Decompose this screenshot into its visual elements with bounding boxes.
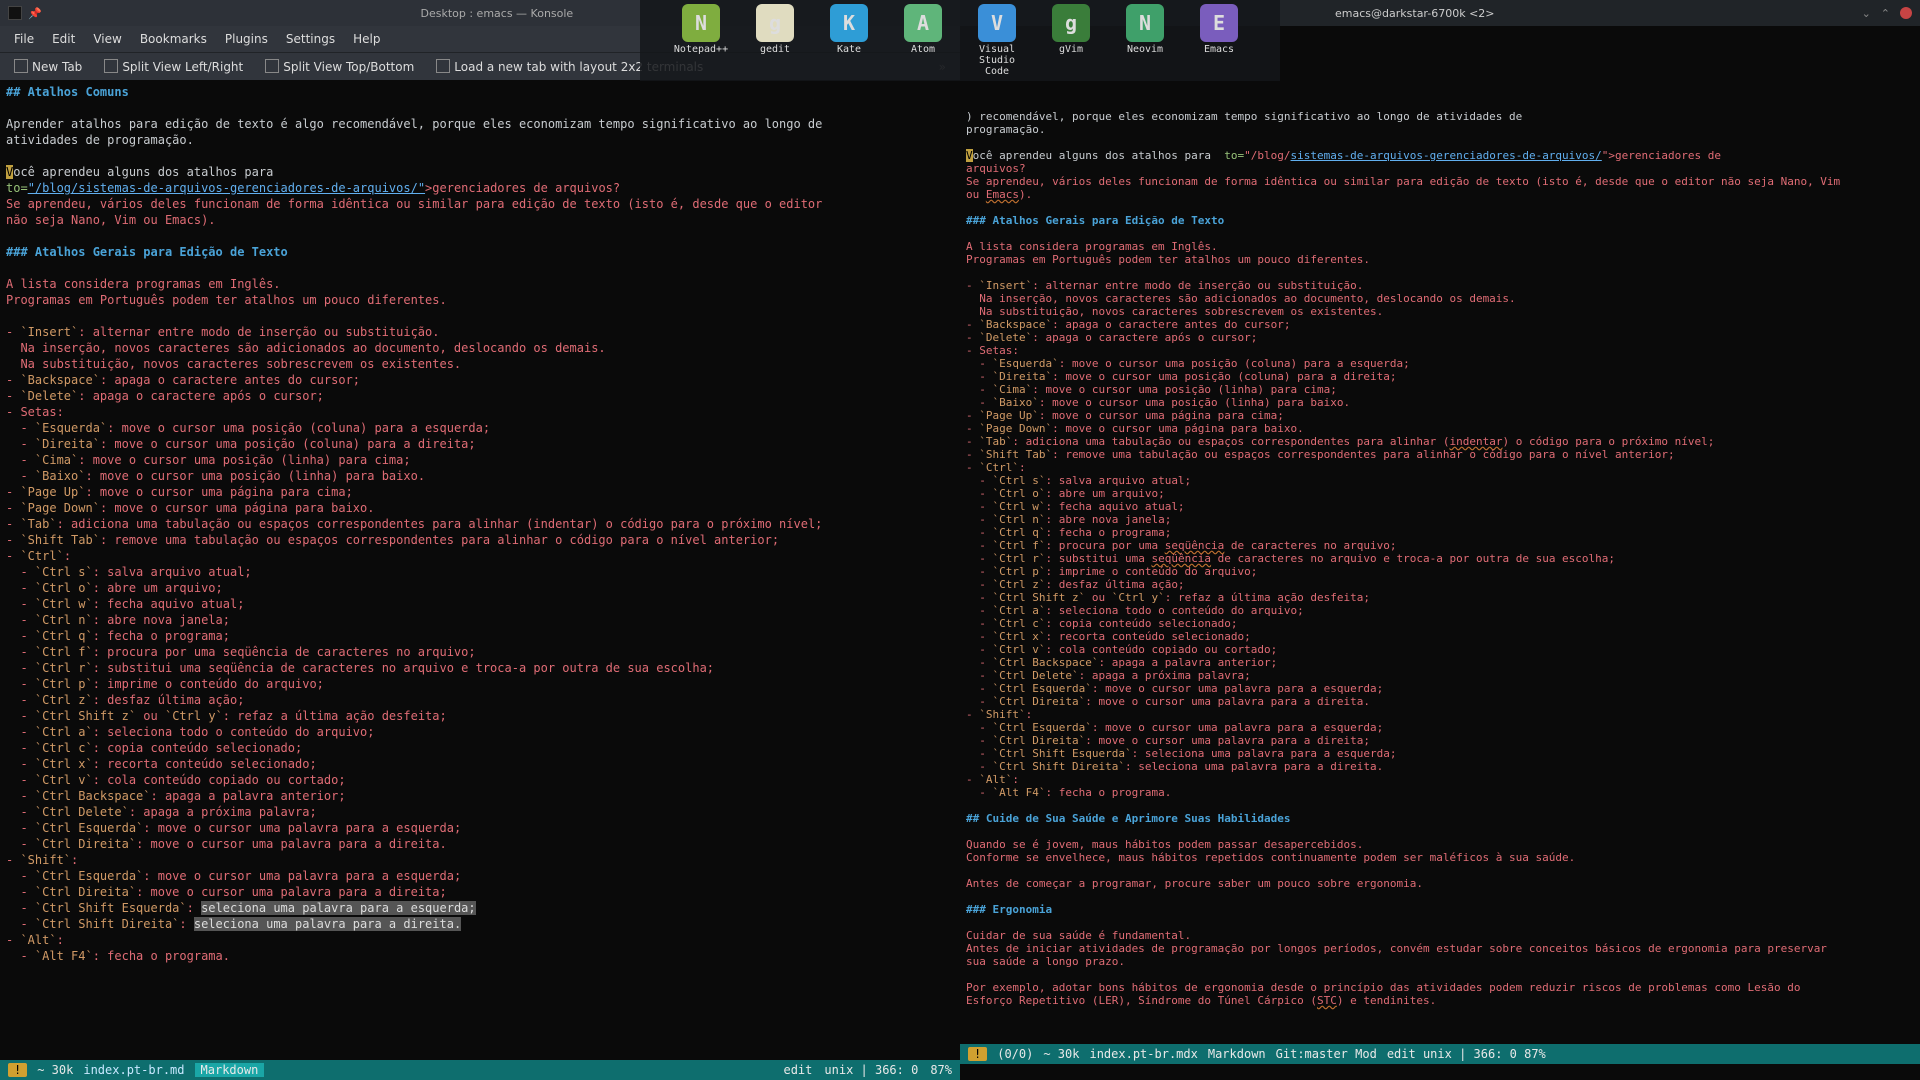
file-size: ~ 30k [1043,1047,1079,1061]
app-label: gVim [1059,44,1083,55]
taskapp-neovim[interactable]: N Neovim [1117,4,1173,77]
konsole-editor[interactable]: ## Atalhos Comuns Aprender atalhos para … [0,80,960,1060]
scroll-pct: 87% [1524,1047,1546,1061]
scroll-pct: 87% [930,1063,952,1077]
konsole-pin-icon[interactable]: 📌 [28,7,42,20]
taskbar: N Notepad++ g gedit K Kate A Atom VVisual Studio… [640,0,1280,81]
split-tb-icon [265,59,279,73]
major-mode: Markdown [1208,1047,1266,1061]
app-icon: N [682,4,720,42]
taskapp-visual-studio-code[interactable]: VVisual Studio Code [969,4,1025,77]
app-icon: K [830,4,868,42]
taskapp-gedit[interactable]: g gedit [747,4,803,77]
app-label: Notepad++ [674,44,728,55]
app-label: Emacs [1204,44,1234,55]
encoding: unix | 366: 0 [1423,1047,1517,1061]
app-label: Visual Studio Code [969,44,1025,77]
file-size: ~ 30k [37,1063,73,1077]
minimize-icon[interactable]: ⌄ [1862,7,1871,20]
app-label: gedit [760,44,790,55]
app-icon: V [978,4,1016,42]
git-branch: Git:master Mod [1276,1047,1377,1061]
warn-badge: ! [8,1063,27,1077]
warn-badge: ! [968,1047,987,1061]
app-icon: g [756,4,794,42]
menu-edit[interactable]: Edit [52,32,75,46]
file-name: index.pt-br.mdx [1089,1047,1197,1061]
menu-file[interactable]: File [14,32,34,46]
menu-bookmarks[interactable]: Bookmarks [140,32,207,46]
flycheck-count: (0/0) [997,1047,1033,1061]
menu-settings[interactable]: Settings [286,32,335,46]
taskapp-gvim[interactable]: g gVim [1043,4,1099,77]
new-tab-icon [14,59,28,73]
app-icon: A [904,4,942,42]
minibuffer[interactable] [960,1064,1920,1080]
edit-status: edit [1387,1047,1416,1061]
maximize-icon[interactable]: ⌃ [1881,7,1890,20]
app-label: Neovim [1127,44,1163,55]
close-icon[interactable] [1900,7,1912,19]
emacs-modeline: ! (0/0) ~ 30k index.pt-br.mdx Markdown G… [960,1044,1920,1064]
konsole-app-icon [8,6,22,20]
menu-help[interactable]: Help [353,32,380,46]
taskapp-notepad-[interactable]: N Notepad++ [673,4,729,77]
encoding: unix | 366: 0 [824,1063,918,1077]
app-label: Kate [837,44,861,55]
emacs-window: emacs@darkstar-6700k <2> ⌄ ⌃ ) recomendá… [960,0,1920,1080]
edit-status: edit [783,1063,812,1077]
grid-icon [436,59,450,73]
konsole-modeline: ! ~ 30k index.pt-br.md Markdown edit uni… [0,1060,960,1080]
taskapp-emacs[interactable]: E Emacs [1191,4,1247,77]
menu-plugins[interactable]: Plugins [225,32,268,46]
file-name: index.pt-br.md [83,1063,184,1077]
new-tab-button[interactable]: New Tab [14,59,82,74]
menu-view[interactable]: View [93,32,121,46]
taskapp-kate[interactable]: K Kate [821,4,877,77]
taskapp-atom[interactable]: A Atom [895,4,951,77]
major-mode: Markdown [195,1063,265,1077]
split-tb-button[interactable]: Split View Top/Bottom [265,59,414,74]
split-lr-icon [104,59,118,73]
konsole-window: 📌 Desktop : emacs — Konsole FileEditView… [0,0,960,1080]
emacs-editor[interactable]: ) recomendável, porque eles economizam t… [960,26,1920,1044]
app-label: Atom [911,44,935,55]
split-lr-button[interactable]: Split View Left/Right [104,59,243,74]
app-icon: E [1200,4,1238,42]
app-icon: N [1126,4,1164,42]
app-icon: g [1052,4,1090,42]
